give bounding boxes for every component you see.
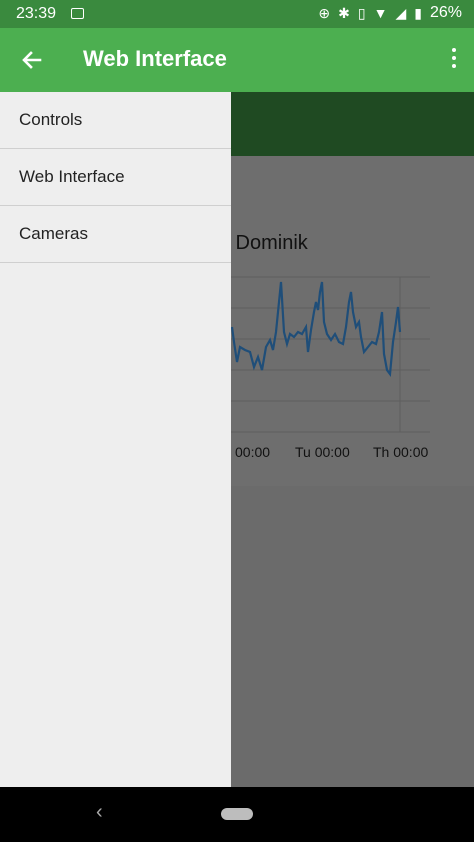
drawer-item-web-interface[interactable]: Web Interface [0,149,231,206]
x-tick-label: Tu 00:00 [295,444,350,460]
temperature-chart [230,276,430,433]
gallery-icon [71,8,84,19]
drawer-item-cameras[interactable]: Cameras [0,206,231,263]
status-icons: ⊕ ✱ ▯ ▼ ◢ ▮ 26% [318,4,462,22]
drawer-item-controls[interactable]: Controls [0,92,231,149]
bluetooth-icon: ✱ [338,4,350,21]
chart-series-line [230,281,402,377]
data-saver-icon: ⊕ [318,4,331,21]
vibrate-icon: ▯ [357,4,366,21]
x-tick-label: 00:00 [235,444,271,460]
app-bar: Web Interface [0,28,474,92]
nav-home-pill[interactable] [221,808,253,820]
status-bar: 23:39 ⊕ ✱ ▯ ▼ ◢ ▮ 26% [0,0,474,28]
system-nav-bar: ‹ [0,787,474,842]
navigation-drawer: Controls Web Interface Cameras [0,92,231,787]
overflow-menu-icon[interactable] [450,48,458,72]
back-arrow-icon[interactable] [18,46,46,74]
signal-icon: ◢ [395,4,407,21]
battery-icon: ▮ [414,4,422,21]
wifi-icon: ▼ [373,5,388,21]
status-time: 23:39 [16,5,57,22]
battery-percent: 26% [429,4,462,21]
x-tick-label: Th 00:00 [373,444,429,460]
nav-back-icon[interactable]: ‹ [96,801,103,824]
page-title: Web Interface [83,46,227,71]
